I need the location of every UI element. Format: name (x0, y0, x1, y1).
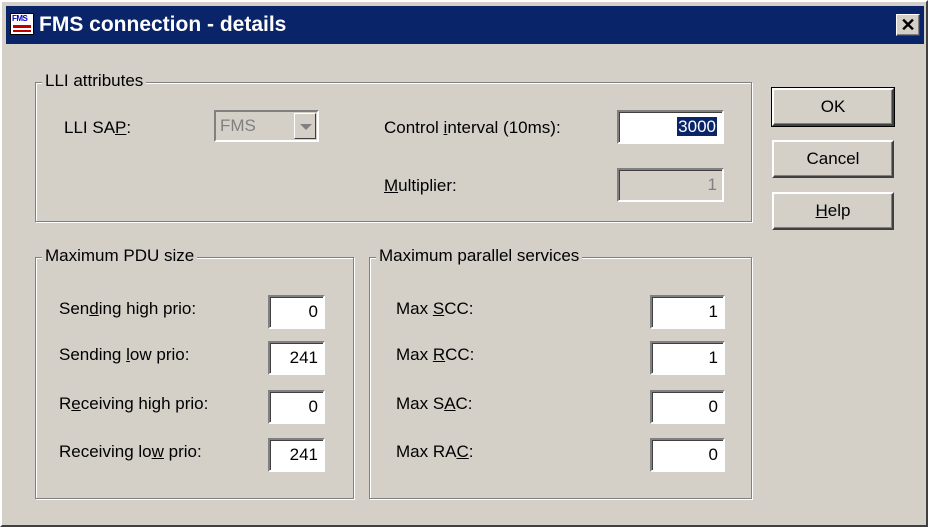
multiplier-input: 1 (617, 168, 724, 202)
fms-app-icon: FMS (10, 13, 34, 35)
control-interval-label: Control interval (10ms): (384, 118, 561, 137)
sending-low-prio-label: Sending low prio: (59, 345, 190, 364)
lli-attributes-legend: LLI attributes (42, 71, 147, 91)
close-button[interactable]: ✕ (896, 14, 920, 36)
receiving-low-prio-label: Receiving low prio: (59, 442, 202, 461)
multiplier-label: Multiplier: (384, 176, 457, 195)
receiving-high-prio-label: Receiving high prio: (59, 394, 209, 413)
max-pdu-size-legend: Maximum PDU size (42, 246, 198, 266)
lli-sap-combo[interactable]: FMS (214, 110, 319, 142)
max-rcc-input[interactable]: 1 (650, 341, 725, 375)
control-interval-input[interactable]: 3000 (617, 110, 724, 144)
sending-low-prio-input[interactable]: 241 (268, 341, 325, 375)
max-rcc-label: Max RCC: (396, 345, 475, 364)
lli-sap-value: FMS (220, 116, 256, 135)
max-sac-input[interactable]: 0 (650, 390, 725, 424)
receiving-high-prio-input[interactable]: 0 (268, 390, 325, 424)
sending-high-prio-label: Sending high prio: (59, 299, 197, 318)
lli-sap-label: LLI SAP: (64, 118, 132, 137)
sending-high-prio-input[interactable]: 0 (268, 295, 325, 329)
max-rac-input[interactable]: 0 (650, 438, 725, 472)
max-scc-label: Max SCC: (396, 299, 474, 318)
cancel-button[interactable]: Cancel (772, 140, 894, 178)
fms-connection-dialog: FMS FMS connection - details ✕ LLI attri… (0, 0, 928, 527)
title-bar[interactable]: FMS FMS connection - details ✕ (6, 6, 924, 44)
max-parallel-services-legend: Maximum parallel services (376, 246, 583, 266)
ok-button[interactable]: OK (771, 87, 895, 127)
chevron-down-icon[interactable] (294, 113, 316, 139)
window-title: FMS connection - details (39, 13, 287, 36)
help-button[interactable]: Help (772, 192, 894, 230)
max-sac-label: Max SAC: (396, 394, 473, 413)
receiving-low-prio-input[interactable]: 241 (268, 438, 325, 472)
max-scc-input[interactable]: 1 (650, 295, 725, 329)
max-rac-label: Max RAC: (396, 442, 474, 461)
